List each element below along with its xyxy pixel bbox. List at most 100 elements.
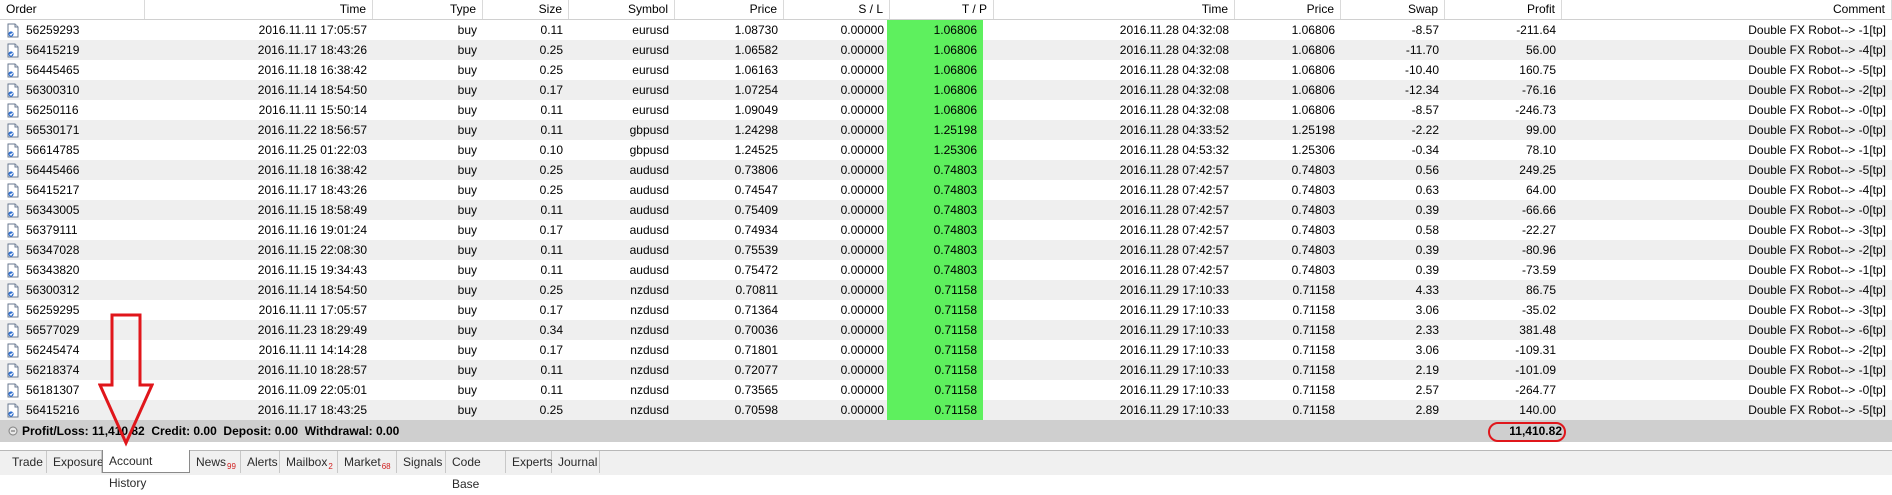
col-size[interactable]: Size — [483, 0, 569, 19]
table-row[interactable]: 56347028 2016.11.15 22:08:30 buy 0.11 audusd… — [0, 240, 1892, 260]
symbol-cell: audusd — [629, 223, 669, 237]
close-time-cell: 2016.11.28 04:32:08 — [1119, 103, 1229, 117]
col-tp[interactable]: T / P — [890, 0, 994, 19]
order-document-icon — [6, 383, 20, 398]
sl-cell: 0.00000 — [840, 103, 884, 117]
size-cell: 0.11 — [540, 243, 563, 257]
sl-cell: 0.00000 — [840, 323, 884, 337]
order-number: 56181307 — [26, 383, 80, 397]
table-row[interactable]: 56577029 2016.11.23 18:29:49 buy 0.34 nzdusd… — [0, 320, 1892, 340]
col-time[interactable]: Time — [145, 0, 373, 19]
type-cell: buy — [457, 183, 477, 197]
tab-trade[interactable]: Trade — [6, 451, 47, 473]
order-number: 56300312 — [26, 283, 80, 297]
tab-news[interactable]: News99 — [190, 451, 241, 473]
open-price-cell: 0.75539 — [734, 243, 778, 257]
close-price-cell: 0.71158 — [1292, 283, 1336, 297]
col-profit[interactable]: Profit — [1445, 0, 1562, 19]
order-cell: 56343820 — [0, 260, 145, 280]
table-row[interactable]: 56259293 2016.11.11 17:05:57 buy 0.11 eurusd… — [0, 20, 1892, 40]
tab-signals[interactable]: Signals — [397, 451, 446, 473]
open-time-cell: 2016.11.11 17:05:57 — [258, 23, 367, 37]
order-cell: 56415219 — [0, 40, 145, 60]
col-order[interactable]: Order — [0, 0, 145, 19]
swap-cell: -0.34 — [1411, 143, 1439, 157]
order-number: 56445466 — [26, 163, 80, 177]
col-price[interactable]: Price — [675, 0, 784, 19]
comment-cell: Double FX Robot--> -6[tp] — [1748, 323, 1886, 337]
type-cell: buy — [457, 23, 477, 37]
order-document-icon — [6, 303, 20, 318]
table-row[interactable]: 56445465 2016.11.18 16:38:42 buy 0.25 eurusd… — [0, 60, 1892, 80]
close-time-cell: 2016.11.29 17:10:33 — [1119, 403, 1229, 417]
table-row[interactable]: 56218374 2016.11.10 18:28:57 buy 0.11 nzdusd… — [0, 360, 1892, 380]
table-row[interactable]: 56250116 2016.11.11 15:50:14 buy 0.11 eurusd… — [0, 100, 1892, 120]
tab-alerts[interactable]: Alerts — [241, 451, 280, 473]
profit-cell: 381.48 — [1519, 323, 1556, 337]
order-document-icon — [6, 283, 20, 298]
table-row[interactable]: 56343820 2016.11.15 19:34:43 buy 0.11 audusd… — [0, 260, 1892, 280]
size-cell: 0.34 — [539, 323, 563, 337]
size-cell: 0.11 — [540, 103, 563, 117]
order-document-icon — [6, 43, 20, 58]
table-row[interactable]: 56300312 2016.11.14 18:54:50 buy 0.25 nzdusd… — [0, 280, 1892, 300]
tab-journal[interactable]: Journal — [552, 451, 600, 473]
symbol-cell: nzdusd — [630, 403, 669, 417]
tab-code-base[interactable]: Code Base — [446, 451, 506, 491]
symbol-cell: eurusd — [632, 23, 669, 37]
table-row[interactable]: 56530171 2016.11.22 18:56:57 buy 0.11 gbpusd… — [0, 120, 1892, 140]
table-row[interactable]: 56181307 2016.11.09 22:05:01 buy 0.11 nzdusd… — [0, 380, 1892, 400]
symbol-cell: audusd — [629, 263, 669, 277]
sl-cell: 0.00000 — [840, 183, 884, 197]
comment-cell: Double FX Robot--> -2[tp] — [1748, 343, 1886, 357]
order-cell: 56343005 — [0, 200, 145, 220]
tp-cell: 0.71158 — [887, 300, 983, 320]
profit-cell: 99.00 — [1525, 123, 1556, 137]
order-cell: 56259293 — [0, 20, 145, 40]
swap-cell: -12.34 — [1404, 83, 1439, 97]
col-sl[interactable]: S / L — [784, 0, 890, 19]
close-price-cell: 0.74803 — [1291, 263, 1335, 277]
open-time-cell: 2016.11.15 18:58:49 — [257, 203, 367, 217]
close-time-cell: 2016.11.28 04:32:08 — [1119, 83, 1229, 97]
swap-cell: 3.06 — [1415, 303, 1439, 317]
table-row[interactable]: 56300310 2016.11.14 18:54:50 buy 0.17 eurusd… — [0, 80, 1892, 100]
close-time-cell: 2016.11.29 17:10:33 — [1119, 283, 1229, 297]
table-row[interactable]: 56379111 2016.11.16 19:01:24 buy 0.17 audusd… — [0, 220, 1892, 240]
table-row[interactable]: 56614785 2016.11.25 01:22:03 buy 0.10 gbpusd… — [0, 140, 1892, 160]
profit-cell: -246.73 — [1515, 103, 1556, 117]
tp-cell: 1.25306 — [887, 140, 983, 160]
table-row[interactable]: 56245474 2016.11.11 14:14:28 buy 0.17 nzdusd… — [0, 340, 1892, 360]
sl-cell: 0.00000 — [840, 23, 884, 37]
tab-account-history[interactable]: Account History — [102, 450, 190, 490]
table-row[interactable]: 56415219 2016.11.17 18:43:26 buy 0.25 eurusd… — [0, 40, 1892, 60]
tab-experts[interactable]: Experts — [506, 451, 553, 473]
table-row[interactable]: 56343005 2016.11.15 18:58:49 buy 0.11 audusd… — [0, 200, 1892, 220]
close-price-cell: 1.06806 — [1291, 103, 1335, 117]
open-time-cell: 2016.11.18 16:38:42 — [257, 163, 367, 177]
comment-cell: Double FX Robot--> -2[tp] — [1748, 243, 1886, 257]
terminal-panel: Order Time Type Size Symbol Price S / L … — [0, 0, 1892, 491]
type-cell: buy — [457, 383, 477, 397]
open-time-cell: 2016.11.18 16:38:42 — [257, 63, 367, 77]
close-time-cell: 2016.11.28 07:42:57 — [1119, 223, 1229, 237]
summary-collapse-icon[interactable] — [8, 426, 18, 436]
col-symbol[interactable]: Symbol — [569, 0, 675, 19]
comment-cell: Double FX Robot--> -0[tp] — [1748, 123, 1886, 137]
table-row[interactable]: 56259295 2016.11.11 17:05:57 buy 0.17 nzdusd… — [0, 300, 1892, 320]
table-row[interactable]: 56445466 2016.11.18 16:38:42 buy 0.25 audusd… — [0, 160, 1892, 180]
col-close-price[interactable]: Price — [1235, 0, 1341, 19]
tp-cell: 0.74803 — [887, 200, 983, 220]
tab-mailbox[interactable]: Mailbox2 — [280, 451, 338, 473]
tab-market[interactable]: Market68 — [338, 451, 397, 473]
table-row[interactable]: 56415217 2016.11.17 18:43:26 buy 0.25 audusd… — [0, 180, 1892, 200]
profit-total-highlight — [1488, 422, 1566, 442]
col-comment[interactable]: Comment — [1562, 0, 1892, 19]
col-type[interactable]: Type — [373, 0, 483, 19]
table-row[interactable]: 56415216 2016.11.17 18:43:25 buy 0.25 nzdusd… — [0, 400, 1892, 420]
open-price-cell: 0.72077 — [734, 363, 778, 377]
col-swap[interactable]: Swap — [1341, 0, 1445, 19]
close-price-cell: 1.25198 — [1291, 123, 1335, 137]
col-close-time[interactable]: Time — [994, 0, 1235, 19]
tab-exposure[interactable]: Exposure — [47, 451, 104, 473]
